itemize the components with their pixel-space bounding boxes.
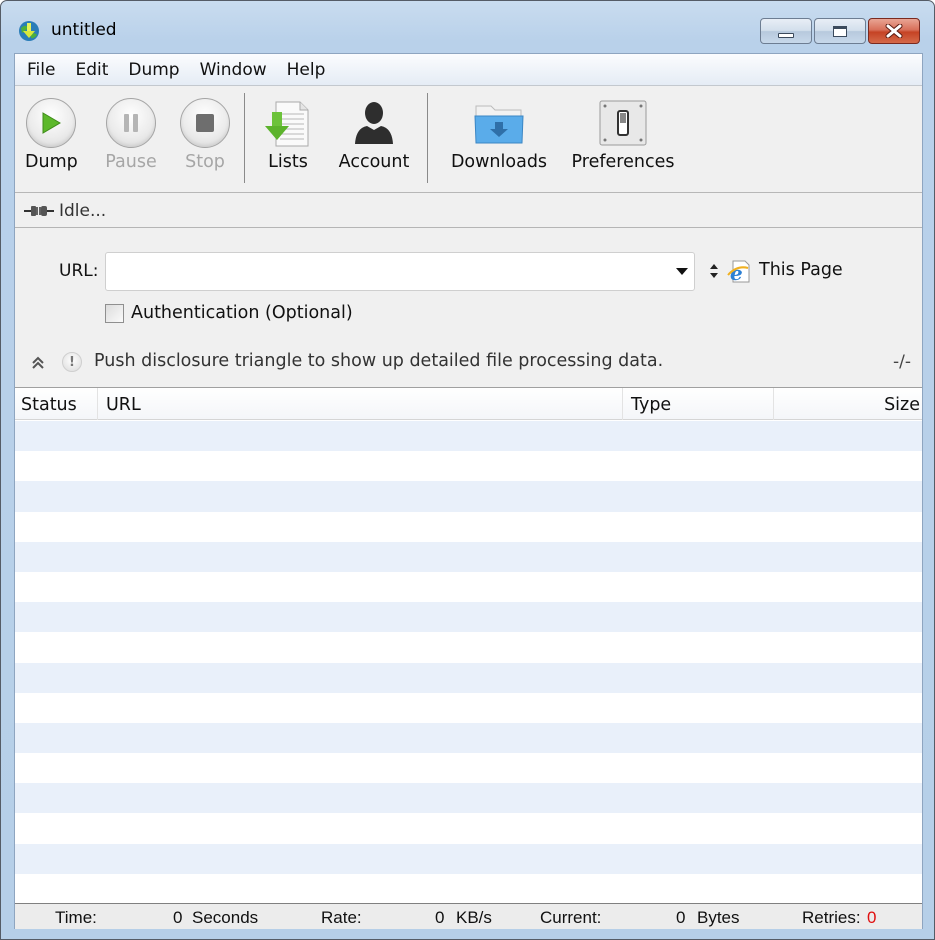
globe-download-icon [19, 21, 39, 41]
account-button[interactable]: Account [335, 97, 413, 172]
table-row [15, 421, 922, 452]
dropdown-arrow-icon[interactable] [676, 268, 688, 275]
status-text: Idle... [59, 200, 107, 221]
window-title: untitled [51, 20, 117, 40]
table-row [15, 451, 922, 482]
account-label: Account [338, 152, 410, 172]
table-row [15, 813, 922, 844]
rate-unit: KB/s [456, 908, 492, 927]
current-unit: Bytes [697, 908, 740, 927]
column-url[interactable]: URL [98, 388, 623, 420]
table-row [15, 481, 922, 512]
stop-icon [196, 114, 214, 132]
downloads-folder-icon [474, 105, 524, 144]
toolbar-separator [244, 93, 245, 183]
table-row [15, 692, 922, 723]
current-value: 0 [676, 908, 686, 927]
time-unit: Seconds [192, 908, 259, 927]
maximize-button[interactable] [814, 18, 866, 44]
column-type[interactable]: Type [623, 388, 774, 420]
toolbar-separator [427, 93, 428, 183]
menu-bar: File Edit Dump Window Help [15, 54, 922, 86]
close-button[interactable] [868, 18, 920, 44]
info-row: ! Push disclosure triangle to show up de… [15, 349, 922, 377]
lists-label: Lists [268, 152, 308, 172]
client-area: File Edit Dump Window Help Dump Pause St… [14, 53, 923, 929]
rate-value: 0 [435, 908, 445, 927]
menu-window[interactable]: Window [190, 60, 277, 80]
toolbar: Dump Pause Stop Lists Account Downloads … [15, 87, 922, 193]
pause-icon [124, 114, 138, 132]
user-silhouette-icon [355, 102, 393, 144]
table-body [15, 421, 922, 903]
info-message: Push disclosure triangle to show up deta… [94, 351, 664, 371]
current-label: Current: [540, 908, 602, 927]
pause-label: Pause [105, 152, 157, 172]
pause-button[interactable]: Pause [105, 97, 157, 172]
authentication-checkbox[interactable] [105, 303, 124, 323]
info-exclamation-icon: ! [62, 352, 82, 372]
plug-icon [24, 205, 54, 216]
time-label: Time: [55, 908, 97, 927]
stop-label: Stop [185, 152, 225, 172]
downloads-label: Downloads [450, 152, 548, 172]
time-value: 0 [173, 908, 183, 927]
table-row [15, 783, 922, 814]
title-bar[interactable]: untitled [1, 1, 934, 53]
table-row [15, 753, 922, 784]
table-row [15, 722, 922, 754]
retries-value: 0 [867, 908, 877, 927]
table-row [15, 632, 922, 663]
dump-label: Dump [25, 152, 78, 172]
progress-counter: -/- [893, 352, 911, 372]
dump-button[interactable]: Dump [25, 97, 78, 172]
close-icon [885, 24, 903, 38]
lists-button[interactable]: Lists [262, 97, 314, 172]
table-row [15, 873, 922, 903]
maximize-icon [833, 25, 847, 37]
menu-help[interactable]: Help [277, 60, 336, 80]
url-form: URL: e This Page Authentication (Optiona… [15, 229, 922, 387]
switch-panel-icon [599, 100, 647, 146]
url-label: URL: [59, 261, 99, 281]
source-stepper-icon[interactable] [708, 262, 720, 280]
internet-explorer-icon: e [727, 260, 750, 283]
source-label[interactable]: This Page [759, 260, 843, 280]
column-status[interactable]: Status [15, 388, 98, 420]
downloads-button[interactable]: Downloads [449, 97, 549, 172]
table-header: Status URL Type Size [15, 388, 922, 420]
table-row [15, 511, 922, 542]
table-row [15, 541, 922, 572]
retries-label: Retries: [802, 908, 861, 927]
table-row [15, 662, 922, 693]
preferences-button[interactable]: Preferences [571, 97, 675, 172]
stats-bar: Time: 0 Seconds Rate: 0 KB/s Current: 0 … [15, 903, 922, 929]
stop-button[interactable]: Stop [179, 97, 231, 172]
rate-label: Rate: [321, 908, 362, 927]
minimize-button[interactable] [760, 18, 812, 44]
authentication-label[interactable]: Authentication (Optional) [131, 303, 353, 323]
disclosure-triangle-icon[interactable] [31, 355, 45, 371]
status-line: Idle... [15, 194, 922, 228]
menu-edit[interactable]: Edit [65, 60, 118, 80]
table-row [15, 602, 922, 633]
minimize-icon [778, 32, 794, 38]
play-icon [42, 112, 62, 134]
table-row [15, 571, 922, 603]
file-table: Status URL Type Size [15, 387, 922, 903]
preferences-label: Preferences [571, 152, 675, 172]
url-combobox[interactable] [105, 252, 695, 291]
url-input[interactable] [106, 253, 656, 290]
authentication-option[interactable]: Authentication (Optional) [105, 303, 353, 323]
app-window: untitled File Edit Dump Window Help Dump… [0, 0, 935, 940]
menu-dump[interactable]: Dump [118, 60, 189, 80]
table-row [15, 843, 922, 874]
list-download-icon [265, 101, 309, 147]
column-size[interactable]: Size [774, 388, 922, 420]
menu-file[interactable]: File [17, 60, 65, 80]
